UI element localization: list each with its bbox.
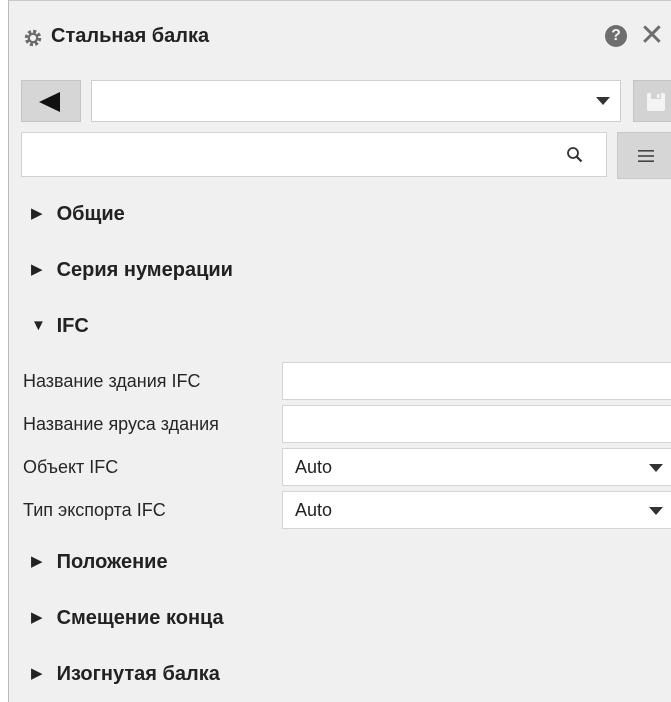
expand-arrow-icon: ▶ — [31, 205, 43, 222]
section-label: Общие — [56, 203, 125, 225]
collapse-arrow-icon: ▼ — [31, 317, 46, 334]
ifc-entity-label: Объект IFC — [23, 457, 119, 477]
search-field[interactable] — [21, 132, 607, 177]
section-numbering-series[interactable]: ▶ Серия нумерации — [31, 259, 233, 289]
preset-dropdown[interactable] — [91, 80, 621, 122]
expand-arrow-icon: ▶ — [31, 553, 43, 570]
ifc-storey-name-input[interactable] — [282, 405, 671, 443]
ifc-entity-dropdown[interactable]: Auto — [282, 448, 671, 486]
expand-arrow-icon: ▶ — [31, 665, 43, 682]
section-label: Положение — [56, 551, 168, 573]
expand-arrow-icon: ▶ — [31, 261, 43, 278]
section-ifc[interactable]: ▼ IFC — [31, 315, 89, 345]
ifc-building-name-label: Название здания IFC — [23, 371, 201, 391]
chevron-down-icon — [649, 507, 663, 515]
save-button[interactable] — [633, 80, 671, 122]
gear-icon — [23, 28, 43, 48]
ifc-entity-value: Auto — [295, 457, 333, 477]
chevron-down-icon — [596, 97, 610, 105]
section-general[interactable]: ▶ Общие — [31, 203, 125, 233]
section-label: IFC — [56, 315, 89, 337]
ifc-export-type-label: Тип экспорта IFC — [23, 500, 166, 520]
section-curved-beam[interactable]: ▶ Изогнутая балка — [31, 663, 220, 693]
ifc-export-type-dropdown[interactable]: Auto — [282, 491, 671, 529]
help-icon[interactable]: ? — [605, 25, 627, 47]
panel-title: Стальная балка — [51, 25, 210, 47]
section-label: Изогнутая балка — [56, 663, 220, 685]
ifc-building-name-input[interactable] — [282, 362, 671, 400]
expand-arrow-icon: ▶ — [31, 609, 43, 626]
properties-panel: Стальная балка ? ✕ ▶ Общие ▶ Серия нумер… — [8, 0, 671, 702]
left-triangle-icon — [39, 92, 60, 112]
search-input[interactable] — [28, 139, 562, 171]
ifc-storey-name-label: Название яруса здания — [23, 414, 219, 434]
chevron-down-icon — [649, 464, 663, 472]
section-end-offset[interactable]: ▶ Смещение конца — [31, 607, 224, 637]
search-icon[interactable] — [566, 146, 584, 164]
back-button[interactable] — [21, 80, 81, 122]
hamburger-icon — [638, 150, 654, 162]
ifc-export-type-value: Auto — [295, 500, 333, 520]
section-label: Смещение конца — [56, 607, 224, 629]
list-menu-button[interactable] — [617, 132, 671, 179]
close-icon[interactable]: ✕ — [637, 21, 667, 51]
section-position[interactable]: ▶ Положение — [31, 551, 168, 581]
save-disk-icon — [647, 93, 665, 111]
title-bar: Стальная балка ? ✕ — [9, 1, 671, 81]
section-label: Серия нумерации — [56, 259, 233, 281]
